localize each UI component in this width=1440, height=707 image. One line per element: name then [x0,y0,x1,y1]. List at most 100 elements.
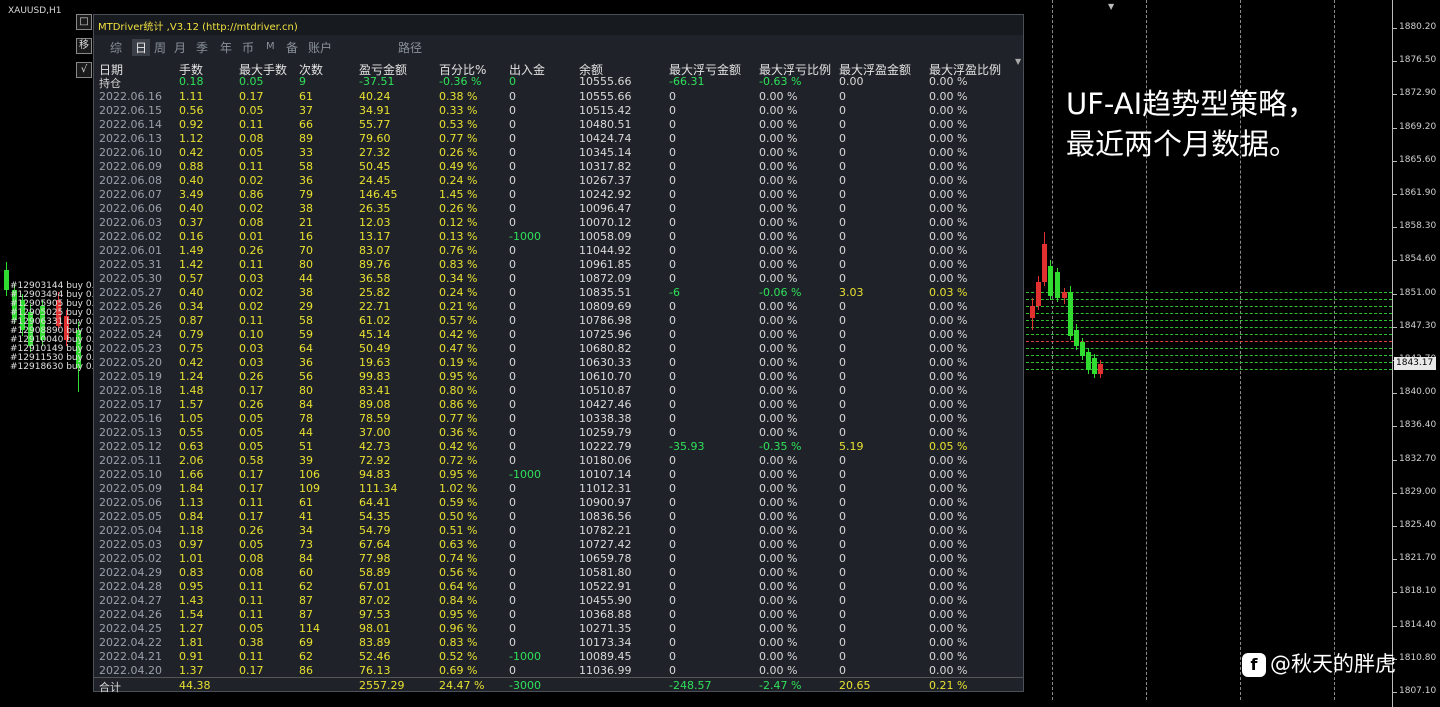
tab-3[interactable]: 月 [174,39,186,56]
table-row-cell-5: 0.74 % [439,552,478,565]
table-row-cell-7: 10480.51 [579,118,632,131]
table-row-cell-3: 84 [299,552,313,565]
table-row-cell-2: 0.26 [239,524,264,537]
tab-10[interactable]: 路径 [398,39,422,56]
table-row-cell-5: 0.19 % [439,356,478,369]
table-row-cell-5: 0.72 % [439,454,478,467]
table-row-cell-11: 0.00 % [929,118,968,131]
table-row-cell-1: 1.18 [179,524,204,537]
chart-shift-marker-icon[interactable]: ▼ [1108,2,1114,11]
table-row-cell-5: 0.83 % [439,636,478,649]
table-row-cell-8: 0 [669,314,676,327]
table-row-cell-9: 0.00 % [759,118,798,131]
scrollbar[interactable]: ▼ [1015,57,1022,673]
table-row-cell-0: 2022.05.27 [99,286,162,299]
table-row-cell-3: 60 [299,566,313,579]
tab-0[interactable]: 综 [110,39,122,56]
candle-body [1080,342,1085,356]
table-row-cell-5: 0.95 % [439,370,478,383]
table-row-cell-2: 0.11 [239,594,264,607]
price-tick [1393,692,1397,693]
mt4-chart-window[interactable]: { "chart": { "symbol": "XAUUSD,H1", "cur… [0,0,1440,707]
table-row-cell-0: 2022.05.18 [99,384,162,397]
table-row-cell-0: 2022.05.02 [99,552,162,565]
minimize-button[interactable]: □ [76,14,92,30]
table-row-cell-5: 0.49 % [439,160,478,173]
table-row-cell-7: 10782.21 [579,524,632,537]
caption-line-1: UF-AI趋势型策略， [1066,87,1317,121]
price-label: 1869.20 [1399,121,1437,132]
price-tick [1393,28,1397,29]
table-row-cell-5: 0.53 % [439,118,478,131]
table-row: 2022.05.24 0.79 0.10 59 45.14 0.42 % 0 10725.96… [94,328,1023,342]
caption-line-2: 最近两个月数据。 [1066,127,1299,161]
table-row-cell-7: 11012.31 [579,482,632,495]
table-row-cell-11: 0.00 % [929,230,968,243]
table-row-cell-2: 0.08 [239,566,264,579]
table-row-cell-6: 0 [509,482,516,495]
table-row-cell-11: 0.00 % [929,398,968,411]
table-row-cell-5: 0.56 % [439,566,478,579]
table-row-cell-4: 67.64 [359,538,391,551]
check-button[interactable]: √ [76,62,92,78]
table-row-cell-4: 83.41 [359,384,391,397]
position-row-cell-8: -66.31 [669,75,705,88]
table-row-cell-4: 27.32 [359,146,391,159]
table-row-cell-0: 2022.06.13 [99,132,162,145]
table-row: 2022.05.27 0.40 0.02 38 25.82 0.24 % 0 10835.51… [94,286,1023,300]
table-row-cell-6: 0 [509,510,516,523]
tab-6[interactable]: 币 [242,39,254,56]
table-row-cell-8: -35.93 [669,440,705,453]
table-row-cell-11: 0.00 % [929,538,968,551]
table-row-cell-1: 1.54 [179,608,204,621]
table-row-cell-9: 0.00 % [759,244,798,257]
table-row: 2022.06.08 0.40 0.02 36 24.45 0.24 % 0 10267.37… [94,174,1023,188]
order-line [1026,299,1392,300]
totals-cell-1: 44.38 [179,679,211,692]
tab-2[interactable]: 周 [154,39,166,56]
tab-1[interactable]: 日 [132,39,151,56]
tab-9[interactable]: 账户 [308,39,332,56]
table-row-cell-11: 0.00 % [929,104,968,117]
table-row-cell-0: 2022.05.24 [99,328,162,341]
table-row: 2022.05.30 0.57 0.03 44 36.58 0.34 % 0 10872.09… [94,272,1023,286]
table-row-cell-4: 19.63 [359,356,391,369]
table-row: 2022.04.20 1.37 0.17 86 76.13 0.69 % 0 11036.99… [94,664,1023,678]
table-row-cell-8: 0 [669,146,676,159]
table-row-cell-5: 0.83 % [439,258,478,271]
table-row-cell-0: 2022.04.25 [99,622,162,635]
table-row-cell-6: 0 [509,538,516,551]
table-row-cell-3: 44 [299,272,313,285]
table-row-cell-10: 0 [839,356,846,369]
tab-5[interactable]: 年 [220,39,232,56]
price-axis[interactable]: 1880.20 1876.50 1872.90 1869.20 1865.60 1861.… [1392,0,1440,707]
table-row-cell-9: 0.00 % [759,216,798,229]
table-row-cell-2: 0.26 [239,370,264,383]
tab-4[interactable]: 季 [196,39,208,56]
table-row: 2022.06.10 0.42 0.05 33 27.32 0.26 % 0 10345.14… [94,146,1023,160]
table-row-cell-8: 0 [669,412,676,425]
table-row-cell-2: 0.17 [239,482,264,495]
table-row: 2022.05.02 1.01 0.08 84 77.98 0.74 % 0 10659.78… [94,552,1023,566]
table-row-cell-9: -0.35 % [759,440,802,453]
panel-titlebar[interactable]: MTDriver统计 ,V3.12 (http://mtdriver.cn) [94,15,1023,35]
table-row-cell-2: 0.58 [239,454,264,467]
table-row-cell-9: 0.00 % [759,580,798,593]
order-line [1026,292,1392,293]
table-row-cell-9: 0.00 % [759,90,798,103]
table-row-cell-2: 0.17 [239,90,264,103]
tab-7[interactable]: M [266,41,275,52]
table-row-cell-2: 0.11 [239,160,264,173]
scroll-down-icon[interactable]: ▼ [1015,57,1021,66]
table-row-cell-2: 0.11 [239,118,264,131]
table-row-cell-11: 0.00 % [929,300,968,313]
move-button[interactable]: 移 [76,38,92,54]
table-row-cell-9: 0.00 % [759,258,798,271]
table-row-cell-10: 0 [839,622,846,635]
table-row-cell-4: 58.89 [359,566,391,579]
table-row-cell-2: 0.08 [239,132,264,145]
totals-cell-11: 0.21 % [929,679,968,692]
position-row-cell-1: 0.18 [179,75,204,88]
tab-8[interactable]: 备 [286,39,298,56]
table-row-cell-7: 10727.42 [579,538,632,551]
